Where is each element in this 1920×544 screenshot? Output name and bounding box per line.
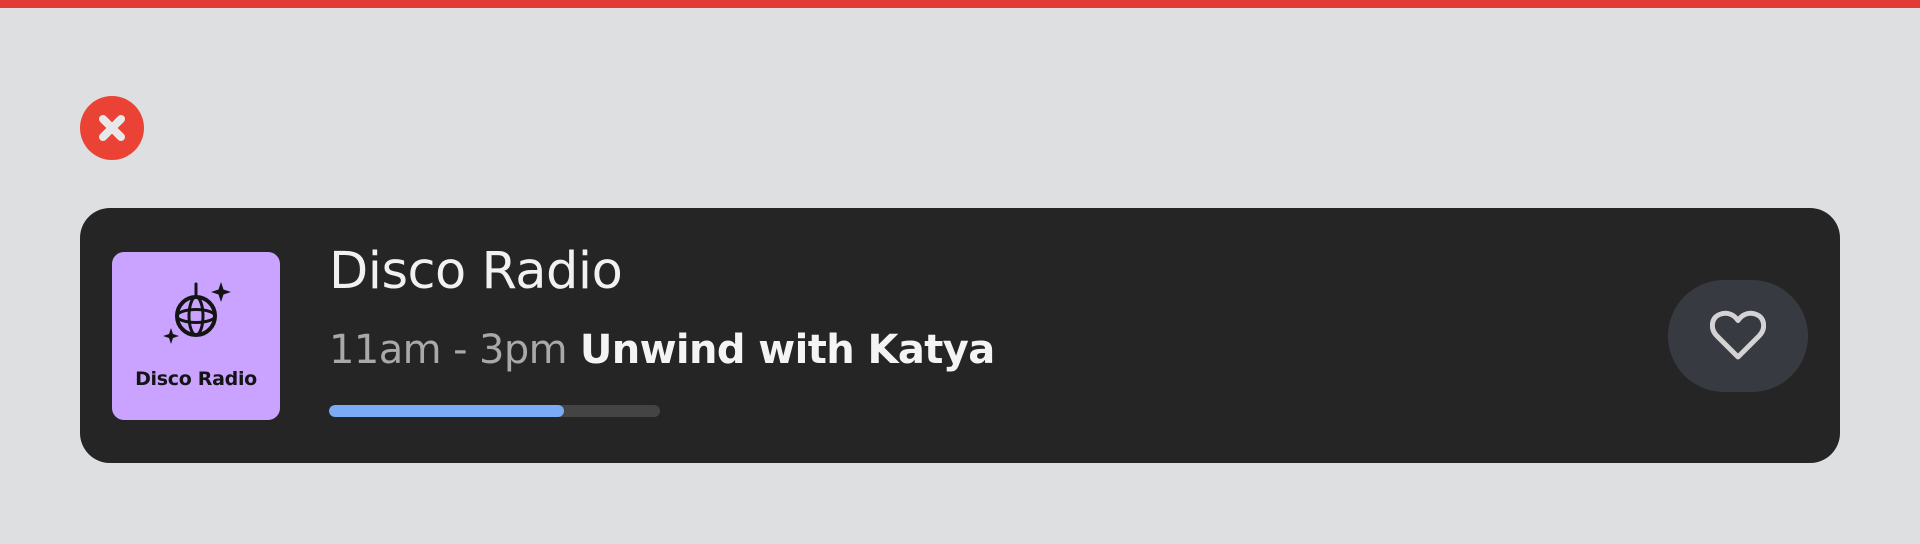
station-name: Disco Radio bbox=[329, 242, 623, 301]
favorite-button[interactable] bbox=[1668, 280, 1808, 392]
now-playing-card[interactable]: Disco Radio Disco Radio 11am - 3pm Unwin… bbox=[80, 208, 1840, 463]
disco-ball-icon bbox=[163, 282, 231, 344]
show-progress-fill bbox=[329, 405, 564, 417]
window-top-accent-bar bbox=[0, 0, 1920, 8]
station-artwork: Disco Radio bbox=[112, 252, 280, 420]
close-button[interactable] bbox=[80, 96, 144, 160]
show-progress-bar bbox=[329, 405, 660, 417]
close-icon bbox=[99, 115, 125, 141]
heart-outline-icon bbox=[1710, 310, 1766, 360]
station-artwork-label: Disco Radio bbox=[135, 368, 257, 390]
show-info: 11am - 3pm Unwind with Katya bbox=[329, 328, 995, 370]
show-time-range: 11am - 3pm bbox=[329, 327, 568, 373]
show-name: Unwind with Katya bbox=[579, 327, 995, 373]
